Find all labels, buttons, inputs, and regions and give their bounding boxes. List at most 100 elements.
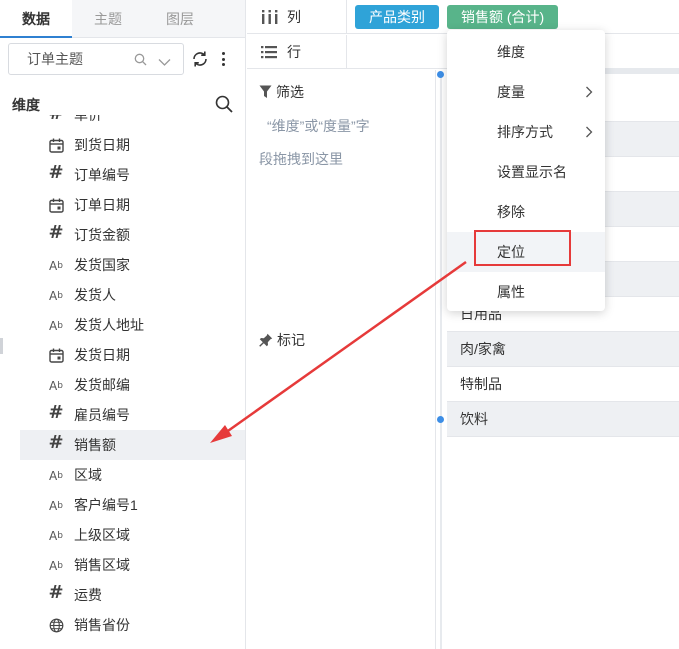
field-item[interactable]: Ab 发货人 [20, 280, 245, 310]
text-field-icon: Ab [49, 319, 63, 333]
field-label: 发货日期 [74, 347, 130, 363]
filter-title: 筛选 [276, 84, 304, 100]
text-field-icon: Ab [49, 259, 63, 273]
field-label: 销售区域 [74, 557, 130, 573]
drop-indicator-line [440, 74, 442, 649]
pill-product-category[interactable]: 产品类别 [355, 4, 439, 29]
table-row[interactable]: 特制品 [447, 367, 679, 402]
calendar-icon [48, 137, 64, 153]
more-options-icon[interactable] [217, 50, 229, 68]
field-item[interactable]: Ab 发货人地址 [20, 310, 245, 340]
columns-shelf: 列 产品类别 销售额 (合计) [247, 0, 679, 34]
field-label: 销售额 [74, 437, 116, 453]
field-label: 发货人 [74, 287, 116, 303]
field-label: 订单日期 [74, 197, 130, 213]
filter-hint-line1: “维度”或“度量”字 [267, 118, 370, 134]
number-field-icon: # [48, 581, 64, 603]
field-label: 区域 [74, 467, 102, 483]
field-label: 运费 [74, 587, 102, 603]
menu-item-measure[interactable]: 度量 [447, 72, 605, 112]
rows-icon [261, 45, 279, 59]
field-item-sales[interactable]: # 销售额 [20, 430, 245, 460]
pill-context-menu: 维度 度量 排序方式 设置显示名 移除 定位 属性 [447, 30, 605, 311]
rows-label: 行 [287, 43, 301, 60]
refresh-icon[interactable] [191, 50, 209, 68]
number-field-icon: # [48, 161, 64, 183]
tab-data[interactable]: 数据 [0, 0, 72, 38]
filter-icon [259, 85, 272, 99]
tab-layers[interactable]: 图层 [144, 0, 216, 38]
dimension-title: 维度 [12, 97, 40, 113]
chevron-down-icon[interactable] [158, 54, 171, 70]
data-panel: 数据 主题 图层 订单主题 维度 # 单价 到货日期 [0, 0, 246, 649]
field-item[interactable]: 订单日期 [20, 190, 245, 220]
drop-indicator-dot [437, 416, 444, 423]
panel-tabs: 数据 主题 图层 [0, 0, 245, 38]
calendar-icon [48, 347, 64, 363]
field-item[interactable]: 到货日期 [20, 130, 245, 160]
number-field-icon: # [48, 431, 64, 453]
menu-item-dimension[interactable]: 维度 [447, 32, 605, 72]
menu-item-properties[interactable]: 属性 [447, 272, 605, 312]
locate-highlight-box [474, 230, 571, 266]
columns-shelf-label: 列 [247, 0, 347, 34]
number-field-icon: # [48, 115, 64, 124]
columns-icon [261, 9, 279, 24]
number-field-icon: # [48, 221, 64, 243]
field-item[interactable]: 发货日期 [20, 340, 245, 370]
tab-theme[interactable]: 主题 [72, 0, 144, 38]
menu-item-sort[interactable]: 排序方式 [447, 112, 605, 152]
filter-marks-panel: 筛选 “维度”或“度量”字 段拖拽到这里 标记 [247, 70, 436, 649]
field-label: 雇员编号 [74, 407, 130, 423]
field-item[interactable]: # 订货金额 [20, 220, 245, 250]
marks-header: 标记 [259, 330, 305, 350]
text-field-icon: Ab [49, 379, 63, 393]
table-cell: 特制品 [460, 376, 502, 392]
dimension-header: 维度 [12, 94, 233, 116]
field-item[interactable]: Ab 上级区域 [20, 520, 245, 550]
chevron-right-icon [585, 125, 593, 141]
field-item[interactable]: # 运费 [20, 580, 245, 610]
filter-drop-zone[interactable]: “维度”或“度量”字 段拖拽到这里 [259, 110, 429, 176]
text-field-icon: Ab [49, 529, 63, 543]
field-label: 发货人地址 [74, 317, 144, 333]
field-item[interactable]: # 订单编号 [20, 160, 245, 190]
field-item[interactable]: Ab 销售区域 [20, 550, 245, 580]
subject-select[interactable]: 订单主题 [8, 43, 184, 75]
table-row[interactable]: 饮料 [447, 402, 679, 437]
field-label: 发货国家 [74, 257, 130, 273]
field-label: 发货邮编 [74, 377, 130, 393]
table-row[interactable]: 肉/家禽 [447, 332, 679, 367]
search-icon[interactable] [215, 95, 233, 116]
field-item[interactable]: # 雇员编号 [20, 400, 245, 430]
columns-label: 列 [287, 8, 301, 25]
field-list: # 单价 到货日期 # 订单编号 订单日期 # 订货金额 Ab 发货国家 Ab … [20, 115, 245, 640]
search-icon[interactable] [134, 53, 147, 69]
chevron-right-icon [585, 85, 593, 101]
filter-header: 筛选 [259, 82, 304, 102]
field-label: 销售省份 [74, 617, 130, 633]
text-field-icon: Ab [49, 559, 63, 573]
table-cell: 肉/家禽 [460, 341, 506, 357]
field-item[interactable]: Ab 客户编号1 [20, 490, 245, 520]
marks-title: 标记 [277, 332, 305, 348]
field-label: 单价 [74, 115, 102, 123]
pill-sales-sum[interactable]: 销售额 (合计) [447, 4, 559, 29]
pin-icon [259, 333, 273, 347]
menu-item-display-name[interactable]: 设置显示名 [447, 152, 605, 192]
field-item[interactable]: Ab 发货邮编 [20, 370, 245, 400]
rows-shelf-label: 行 [247, 34, 347, 69]
field-label: 客户编号1 [74, 497, 138, 513]
subject-row: 订单主题 [8, 43, 237, 75]
resize-handle[interactable] [0, 338, 3, 354]
text-field-icon: Ab [49, 469, 63, 483]
menu-item-remove[interactable]: 移除 [447, 192, 605, 232]
globe-icon [48, 617, 64, 633]
number-field-icon: # [48, 401, 64, 423]
field-label: 到货日期 [74, 137, 130, 153]
field-item[interactable]: 销售省份 [20, 610, 245, 640]
text-field-icon: Ab [49, 289, 63, 303]
subject-select-value: 订单主题 [27, 51, 83, 67]
field-item[interactable]: Ab 区域 [20, 460, 245, 490]
field-item[interactable]: Ab 发货国家 [20, 250, 245, 280]
